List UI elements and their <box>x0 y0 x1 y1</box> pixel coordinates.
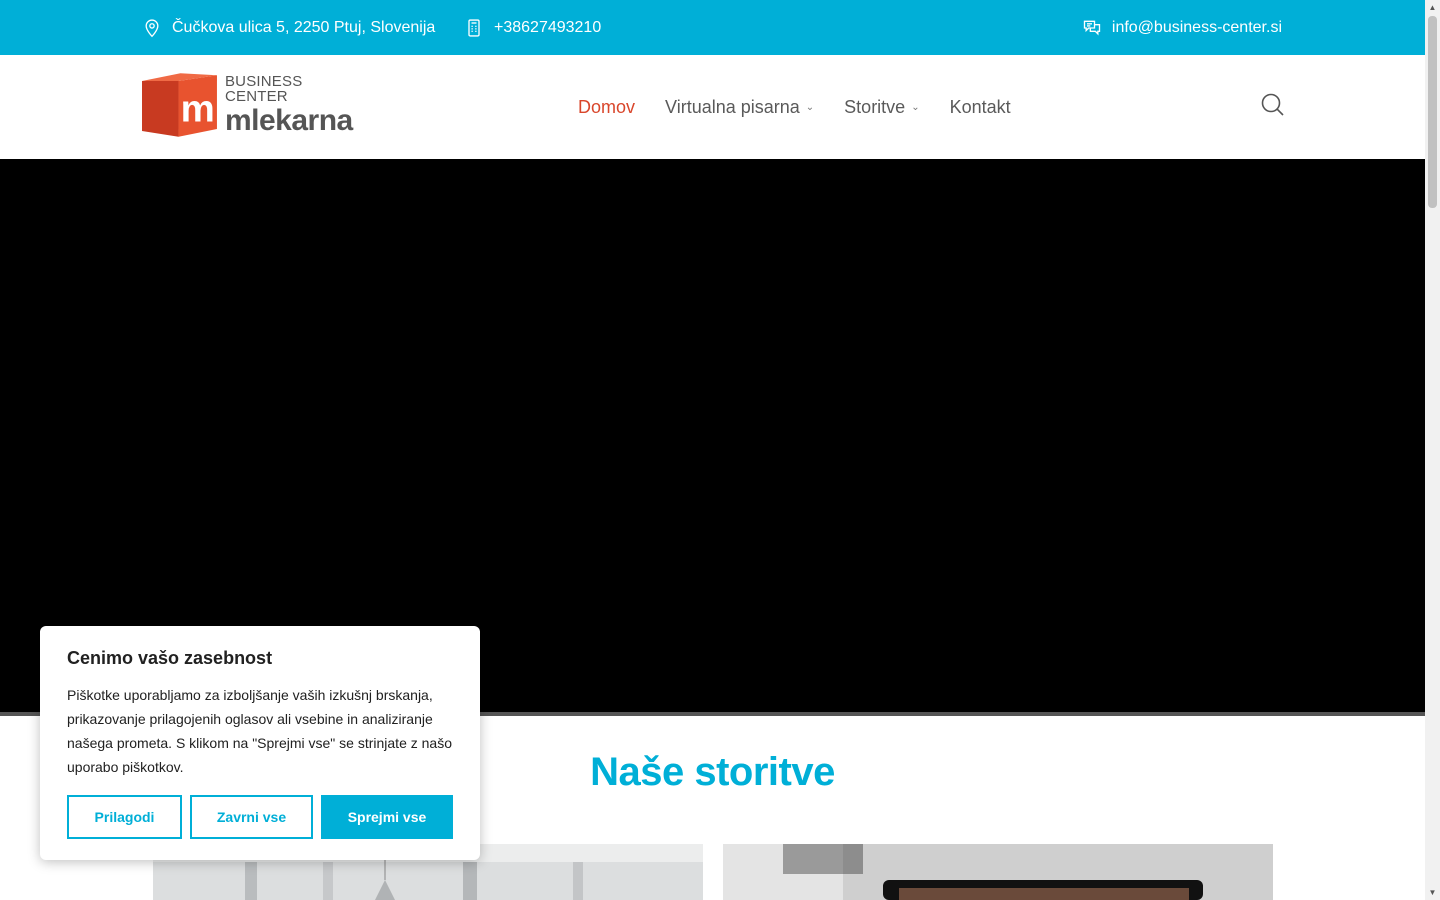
chevron-down-icon: ⌄ <box>805 101 815 113</box>
nav-item-virtualna-pisarna[interactable]: Virtualna pisarna ⌄ <box>665 97 814 118</box>
phone-text[interactable]: +38627493210 <box>494 19 601 37</box>
site-logo[interactable]: m BUSINESS CENTER mlekarna <box>142 71 364 139</box>
logo-top-text: BUSINESS CENTER <box>224 73 303 105</box>
cookie-text: Piškotke uporabljamo za izboljšanje vaši… <box>67 687 452 775</box>
phone-icon <box>468 18 480 37</box>
nav-item-kontakt[interactable]: Kontakt <box>950 97 1011 118</box>
logo-main-text: mlekarna <box>224 104 353 137</box>
logo-cube-letter: m <box>181 87 215 130</box>
top-info-bar: Čučkova ulica 5, 2250 Ptuj, Slovenija +3… <box>0 0 1425 55</box>
email-text[interactable]: info@business-center.si <box>1112 19 1282 37</box>
scroll-thumb[interactable] <box>1428 16 1437 208</box>
nav-item-label: Virtualna pisarna <box>665 96 800 117</box>
main-nav: Domov Virtualna pisarna ⌄ Storitve ⌄ Kon… <box>578 55 1011 159</box>
customize-button[interactable]: Prilagodi <box>67 795 182 839</box>
reject-all-button[interactable]: Zavrni vse <box>190 795 313 839</box>
nav-item-label: Storitve <box>844 96 906 117</box>
email-info[interactable]: info@business-center.si <box>1082 0 1282 55</box>
logo-text: BUSINESS CENTER mlekarna <box>225 74 364 136</box>
cookie-title: Cenimo vašo zasebnost <box>67 648 273 668</box>
map-pin-icon <box>145 18 159 37</box>
logo-cube-icon: m <box>142 73 217 137</box>
nav-item-label: Kontakt <box>949 96 1011 117</box>
cookie-consent-dialog: Cenimo vašo zasebnost Piškotke uporablja… <box>40 626 480 860</box>
laptop-image <box>723 844 1273 900</box>
nav-item-domov[interactable]: Domov <box>578 97 635 118</box>
address-text: Čučkova ulica 5, 2250 Ptuj, Slovenija <box>172 18 436 36</box>
scroll-down-icon[interactable]: ▼ <box>1425 885 1440 900</box>
search-icon[interactable] <box>1260 92 1286 118</box>
service-card-image[interactable] <box>723 844 1273 900</box>
site-header: m BUSINESS CENTER mlekarna Domov Virtual… <box>0 55 1425 159</box>
phone-info[interactable]: +38627493210 <box>464 0 601 55</box>
page-scrollbar[interactable]: ▲ ▼ <box>1425 0 1440 900</box>
scroll-up-icon[interactable]: ▲ <box>1425 0 1440 15</box>
chevron-down-icon: ⌄ <box>911 101 920 113</box>
nav-item-label: Domov <box>578 96 636 117</box>
nav-item-storitve[interactable]: Storitve ⌄ <box>844 97 919 118</box>
accept-all-button[interactable]: Sprejmi vse <box>321 795 453 839</box>
address-info: Čučkova ulica 5, 2250 Ptuj, Slovenija <box>142 0 435 55</box>
chat-icon <box>1083 20 1101 35</box>
